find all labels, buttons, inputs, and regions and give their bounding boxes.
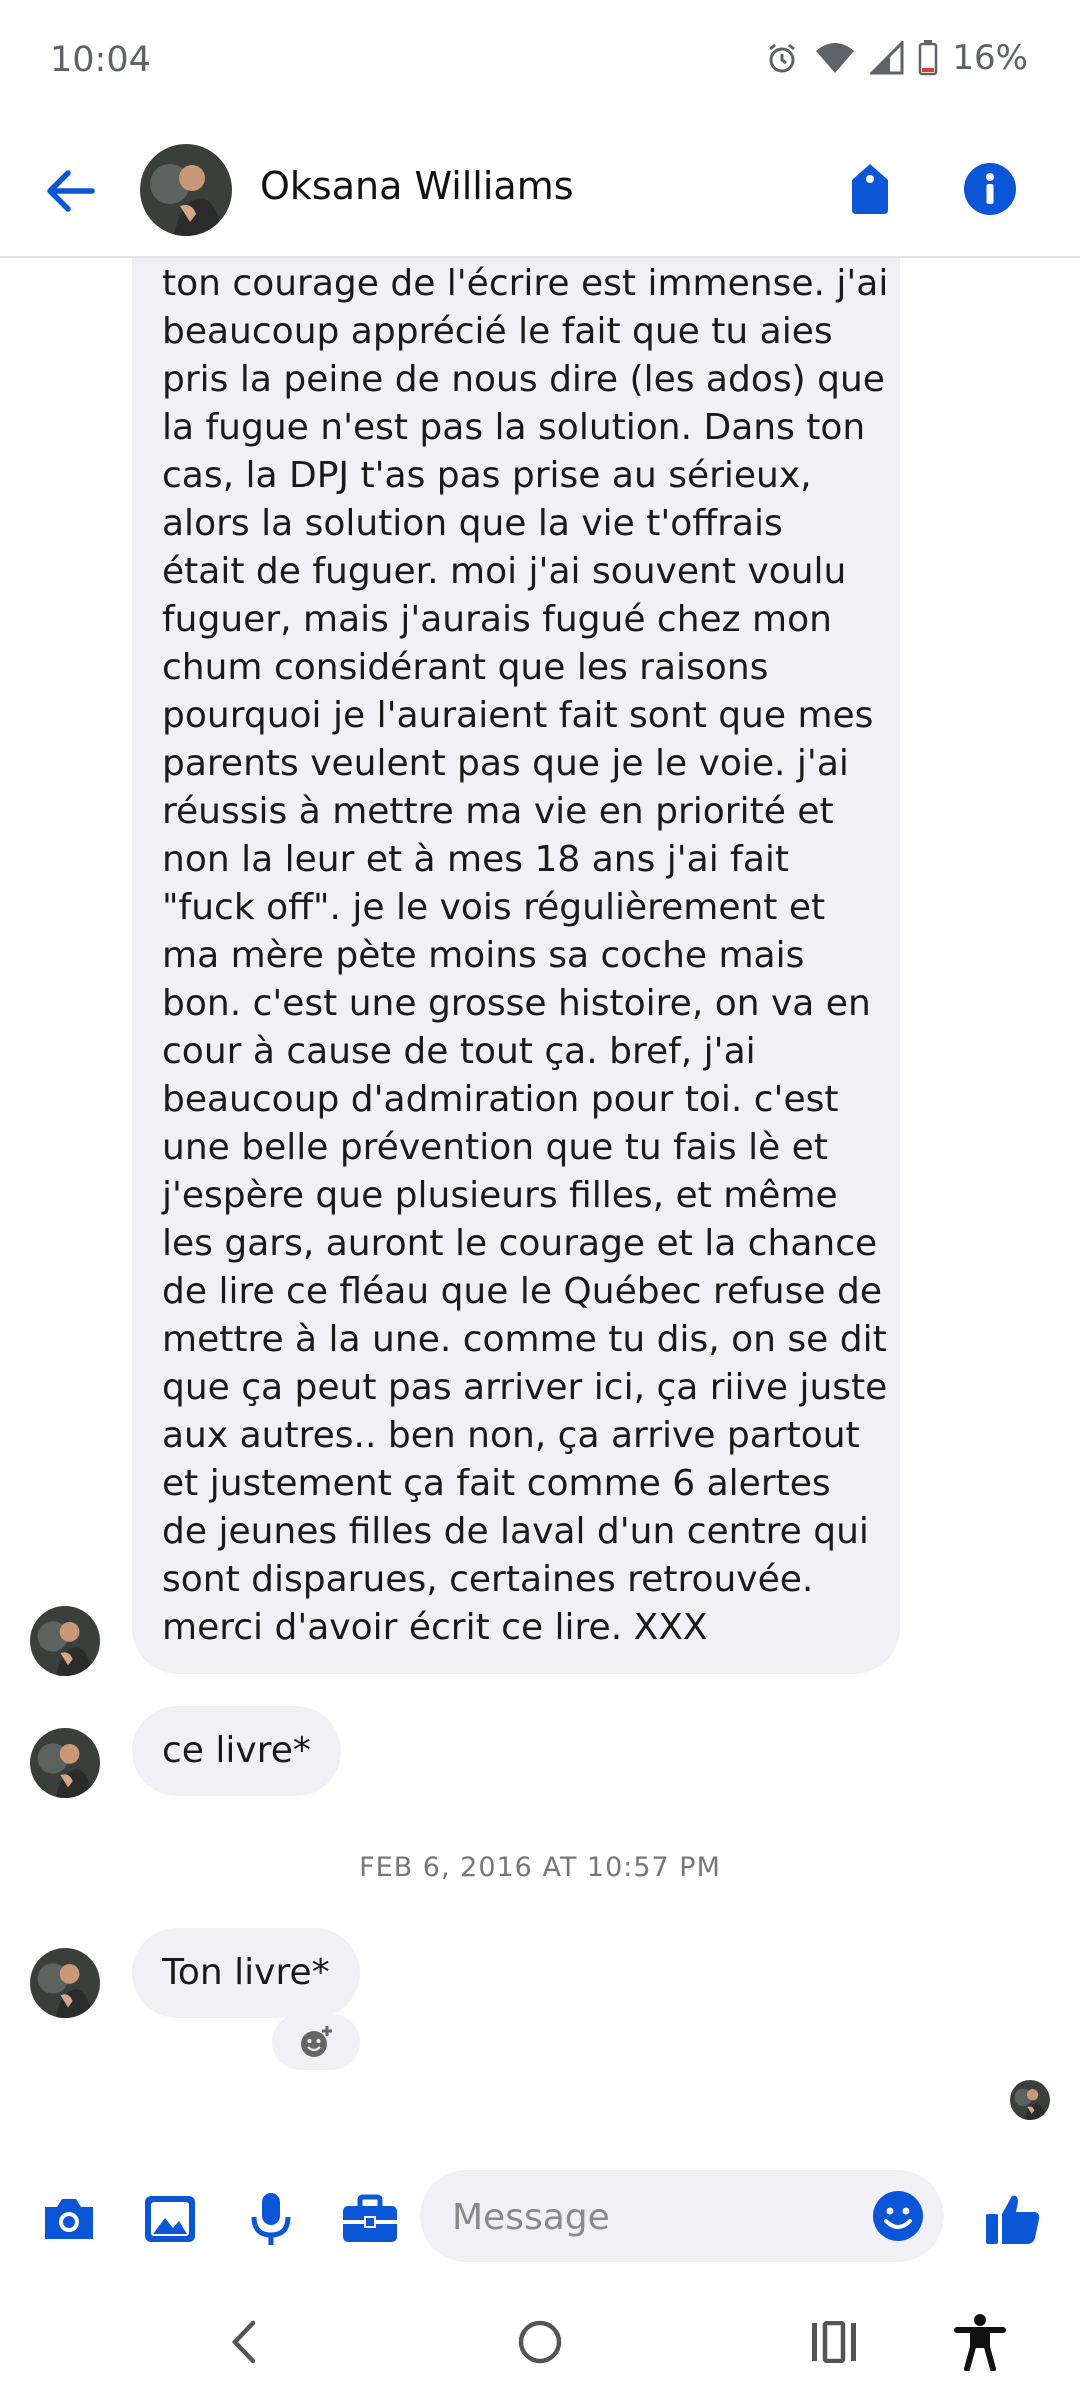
message-line: cour à cause de tout ça. bref, j'ai <box>162 1031 756 1072</box>
status-bar: 10:04 16% <box>0 0 1080 126</box>
message-line: que ça peut pas arriver ici, ça riive ju… <box>162 1367 888 1408</box>
contact-avatar[interactable] <box>140 144 232 236</box>
message-line: et justement ça fait comme 6 alertes <box>162 1463 831 1504</box>
message-line: cas, la DPJ t'as pas prise au sérieux, <box>162 455 812 496</box>
sender-avatar[interactable] <box>30 1728 100 1798</box>
composer <box>0 2158 1080 2278</box>
accessibility-button[interactable] <box>940 2302 1020 2382</box>
sender-avatar[interactable] <box>30 1948 100 2018</box>
message-line: sont disparues, certaines retrouvée. <box>162 1559 814 1600</box>
tag-button[interactable] <box>840 156 900 222</box>
accessibility-icon <box>954 2314 1006 2371</box>
info-icon <box>964 163 1016 215</box>
message-line: réussis à mettre ma vie en priorité et <box>162 791 834 832</box>
message-list[interactable]: ton courage de l'écrire est immense. j'a… <box>0 258 1080 2158</box>
camera-icon <box>45 2199 93 2239</box>
camera-button[interactable] <box>34 2184 104 2254</box>
message-bubble[interactable]: ce livre* <box>132 1706 341 1796</box>
tag-icon <box>852 164 888 214</box>
conversation-header: Oksana Williams <box>0 126 1080 258</box>
message-line: non la leur et à mes 18 ans j'ai fait <box>162 839 790 880</box>
message-line: "fuck off". je le vois régulièrement et <box>162 887 826 928</box>
emoji-button[interactable] <box>866 2184 930 2248</box>
message-line: parents veulent pas que je le voie. j'ai <box>162 743 849 784</box>
message-line: la fugue n'est pas la solution. Dans ton <box>162 407 866 448</box>
battery-icon <box>918 40 938 76</box>
message-box <box>420 2170 944 2264</box>
add-reaction-button[interactable] <box>272 2014 360 2070</box>
info-button[interactable] <box>958 156 1022 222</box>
message-line: chum considérant que les raisons <box>162 647 769 688</box>
briefcase-icon <box>343 2194 397 2242</box>
message-line: les gars, auront le courage et la chance <box>162 1223 878 1264</box>
microphone-icon <box>251 2193 291 2245</box>
thumbs-up-icon <box>986 2195 1040 2244</box>
seen-indicator-avatar <box>1010 2080 1050 2120</box>
nav-back-button[interactable] <box>204 2302 284 2382</box>
nav-recents-button[interactable] <box>794 2302 874 2382</box>
wifi-icon <box>814 41 856 75</box>
message-line: ton courage de l'écrire est immense. j'a… <box>162 263 889 304</box>
message-line: pourquoi je l'auraient fait sont que mes <box>162 695 874 736</box>
like-button[interactable] <box>978 2184 1048 2254</box>
briefcase-button[interactable] <box>335 2184 405 2254</box>
signal-icon <box>870 41 904 75</box>
message-line: alors la solution que la vie t'offrais <box>162 503 783 544</box>
sender-avatar[interactable] <box>30 1606 100 1676</box>
message-line: merci d'avoir écrit ce lire. XXX <box>162 1607 708 1648</box>
alarm-icon <box>764 40 800 76</box>
status-time: 10:04 <box>50 40 151 80</box>
gallery-icon <box>145 2196 195 2242</box>
message-line: de jeunes filles de laval d'un centre qu… <box>162 1511 869 1552</box>
gallery-button[interactable] <box>135 2184 205 2254</box>
message-line: ma mère pète moins sa coche mais <box>162 935 805 976</box>
nav-home-button[interactable] <box>500 2302 580 2382</box>
add-reaction-icon <box>301 2026 332 2057</box>
message-line: j'espère que plusieurs filles, et même <box>162 1175 838 1216</box>
back-button[interactable] <box>38 159 102 223</box>
nav-back-icon <box>231 2320 256 2364</box>
contact-name[interactable]: Oksana Williams <box>260 164 574 208</box>
status-icons: 16% <box>764 38 1028 78</box>
message-line: bon. c'est une grosse histoire, on va en <box>162 983 871 1024</box>
message-line: pris la peine de nous dire (les ados) qu… <box>162 359 885 400</box>
microphone-button[interactable] <box>236 2184 306 2254</box>
home-icon <box>518 2320 562 2364</box>
message-line: de lire ce fléau que le Québec refuse de <box>162 1271 882 1312</box>
message-bubble[interactable]: Ton livre* <box>132 1928 360 2018</box>
message-line: fuguer, mais j'aurais fugué chez mon <box>162 599 832 640</box>
message-line: était de fuguer. moi j'ai souvent voulu <box>162 551 847 592</box>
recents-icon <box>812 2321 856 2363</box>
message-line: beaucoup apprécié le fait que tu aies <box>162 311 833 352</box>
battery-percent: 16% <box>952 38 1028 78</box>
message-input[interactable] <box>450 2170 834 2264</box>
emoji-icon <box>873 2191 923 2241</box>
message-line: une belle prévention que tu fais lè et <box>162 1127 828 1168</box>
system-navigation-bar <box>0 2280 1080 2400</box>
message-line: mettre à la une. comme tu dis, on se dit <box>162 1319 887 1360</box>
message-bubble[interactable]: ton courage de l'écrire est immense. j'a… <box>132 258 900 1674</box>
back-arrow-icon <box>47 170 95 212</box>
message-line: beaucoup d'admiration pour toi. c'est <box>162 1079 839 1120</box>
conversation-timestamp: FEB 6, 2016 AT 10:57 PM <box>359 1852 721 1883</box>
message-line: aux autres.. ben non, ça arrive partout <box>162 1415 860 1456</box>
